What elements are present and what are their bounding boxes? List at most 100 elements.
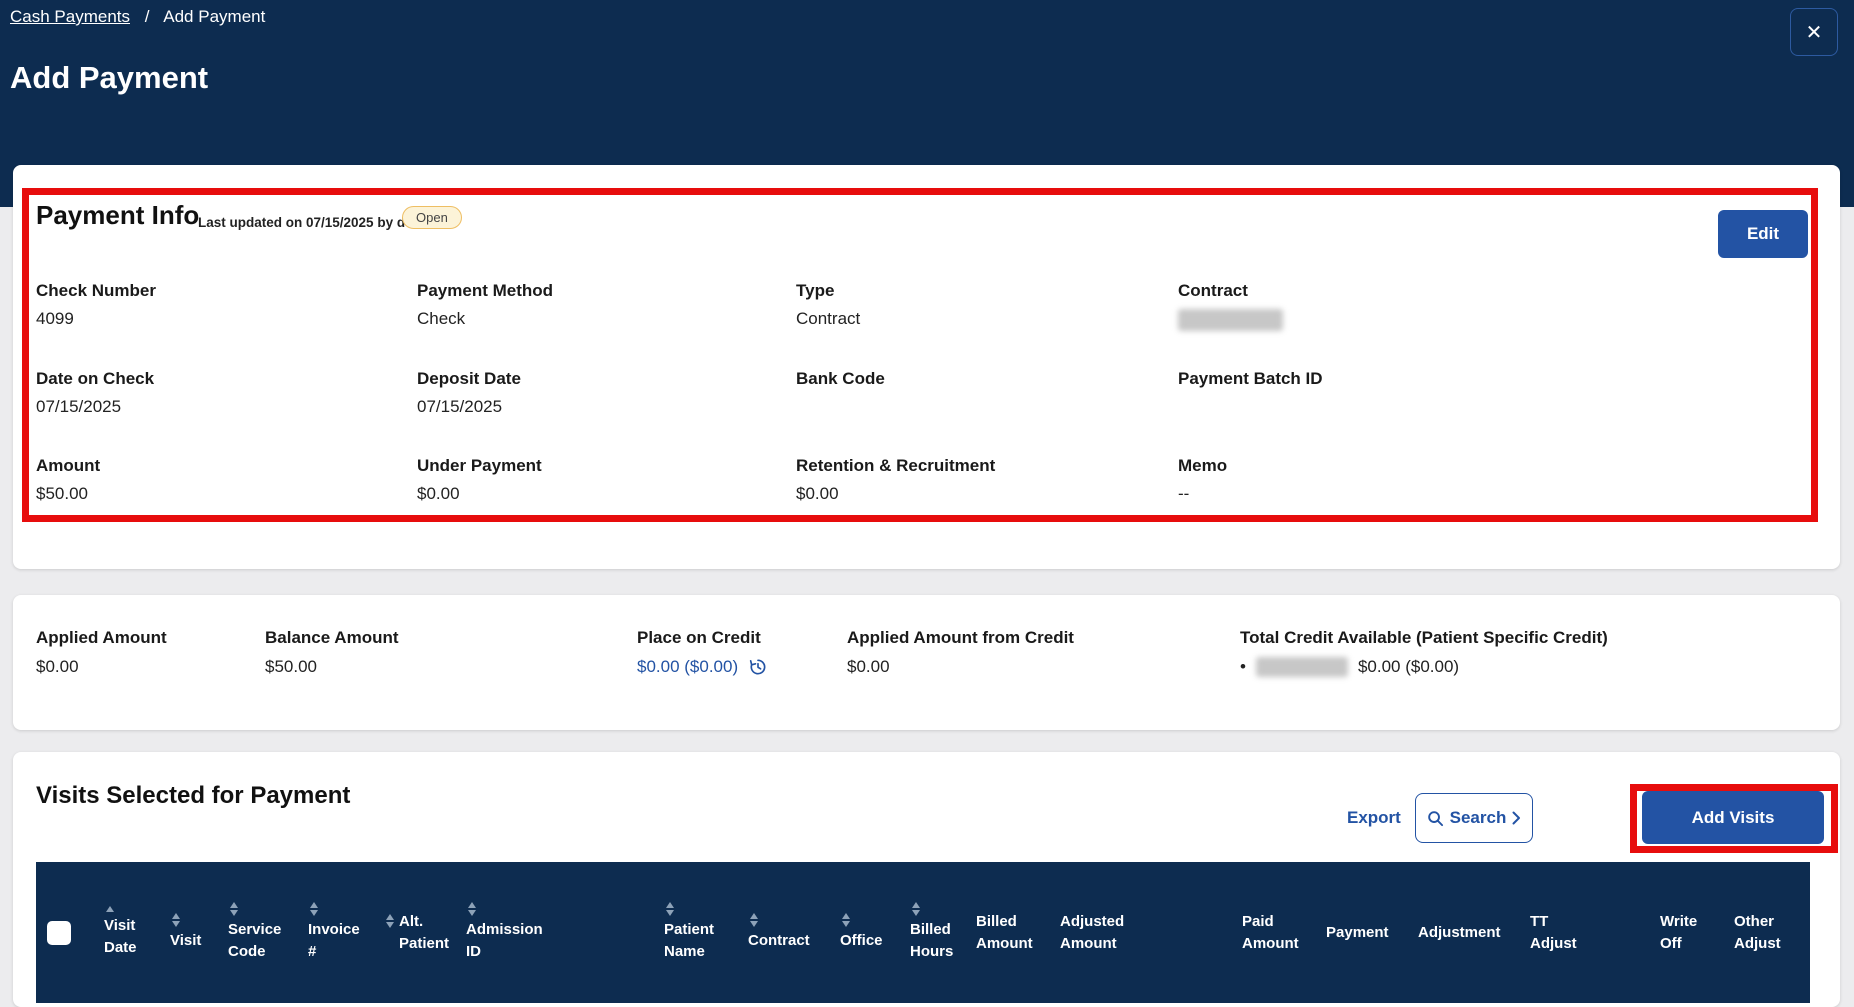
field-label: Type xyxy=(796,281,860,301)
field-label: Deposit Date xyxy=(417,369,521,389)
breadcrumb-separator: / xyxy=(145,7,150,26)
summary-value: • $0.00 ($0.00) xyxy=(1240,657,1608,677)
add-visits-button[interactable]: Add Visits xyxy=(1642,791,1824,844)
column-header-adjustment: Adjustment xyxy=(1418,922,1530,944)
column-header-office[interactable]: Office xyxy=(840,913,910,952)
redacted-patient-name xyxy=(1256,657,1348,677)
place-on-credit-link[interactable]: $0.00 ($0.00) xyxy=(637,657,738,677)
field-date-on-check: Date on Check 07/15/2025 xyxy=(36,369,154,417)
field-value-redacted xyxy=(1178,309,1283,331)
summary-total-credit: Total Credit Available (Patient Specific… xyxy=(1240,628,1608,677)
field-label: Check Number xyxy=(36,281,156,301)
field-value xyxy=(1178,397,1323,417)
column-header-billed-hours[interactable]: Billed Hours xyxy=(910,902,976,963)
page-title: Add Payment xyxy=(10,60,208,96)
search-button[interactable]: Search xyxy=(1415,793,1533,843)
column-header-other-adjust: Other Adjust xyxy=(1734,911,1814,955)
summary-applied-from-credit: Applied Amount from Credit $0.00 xyxy=(847,628,1074,677)
close-icon: ✕ xyxy=(1806,20,1823,45)
sort-icon xyxy=(230,902,238,916)
field-type: Type Contract xyxy=(796,281,860,329)
column-header-patient-name[interactable]: Patient Name xyxy=(664,902,748,963)
payment-info-title: Payment Info xyxy=(36,200,199,231)
field-value: Check xyxy=(417,309,553,329)
breadcrumb-current: Add Payment xyxy=(163,7,265,26)
column-header-admission-id[interactable]: Admission ID xyxy=(466,902,664,963)
field-label: Bank Code xyxy=(796,369,885,389)
field-label: Contract xyxy=(1178,281,1283,301)
add-payment-page: Cash Payments / Add Payment ✕ Add Paymen… xyxy=(0,0,1854,1007)
sort-icon xyxy=(842,913,850,927)
column-header-write-off: Write Off xyxy=(1660,911,1734,955)
field-value: 07/15/2025 xyxy=(36,397,154,417)
field-label: Payment Method xyxy=(417,281,553,301)
bullet-icon: • xyxy=(1240,657,1246,677)
column-header-service-code[interactable]: Service Code xyxy=(228,902,308,963)
field-retention-recruitment: Retention & Recruitment $0.00 xyxy=(796,456,995,504)
field-value: 4099 xyxy=(36,309,156,329)
field-label: Date on Check xyxy=(36,369,154,389)
select-all-checkbox[interactable] xyxy=(47,921,71,945)
sort-icon xyxy=(912,902,920,916)
summary-label: Applied Amount xyxy=(36,628,167,648)
close-button[interactable]: ✕ xyxy=(1790,8,1838,56)
field-memo: Memo -- xyxy=(1178,456,1227,504)
field-bank-code: Bank Code xyxy=(796,369,885,417)
chevron-right-icon xyxy=(1512,811,1521,825)
history-icon[interactable] xyxy=(748,657,768,677)
field-contract: Contract xyxy=(1178,281,1283,331)
sort-icon xyxy=(310,902,318,916)
field-value: $0.00 xyxy=(417,484,542,504)
field-value xyxy=(796,397,885,417)
visits-section-title: Visits Selected for Payment xyxy=(36,782,350,810)
select-all-cell xyxy=(36,921,104,945)
column-header-adjusted-amount: Adjusted Amount xyxy=(1060,911,1242,955)
sort-icon xyxy=(386,914,394,928)
redacted-value xyxy=(1178,309,1283,331)
column-header-invoice-number[interactable]: Invoice # xyxy=(308,902,384,963)
column-header-paid-amount: Paid Amount xyxy=(1242,911,1326,955)
field-label: Memo xyxy=(1178,456,1227,476)
summary-balance-amount: Balance Amount $50.00 xyxy=(265,628,399,677)
column-header-billed-amount: Billed Amount xyxy=(976,911,1060,955)
column-header-visit[interactable]: Visit xyxy=(170,913,228,952)
field-under-payment: Under Payment $0.00 xyxy=(417,456,542,504)
summary-label: Place on Credit xyxy=(637,628,768,648)
summary-value: $0.00 xyxy=(36,657,167,677)
column-header-payment: Payment xyxy=(1326,922,1418,944)
column-header-alt-patient[interactable]: Alt. Patient xyxy=(384,911,466,955)
field-value: 07/15/2025 xyxy=(417,397,521,417)
sort-icon xyxy=(172,913,180,927)
field-value: -- xyxy=(1178,484,1227,504)
summary-place-on-credit: Place on Credit $0.00 ($0.00) xyxy=(637,628,768,677)
summary-value: $0.00 xyxy=(847,657,1074,677)
summary-label: Total Credit Available (Patient Specific… xyxy=(1240,628,1608,648)
breadcrumb: Cash Payments / Add Payment xyxy=(10,7,265,27)
breadcrumb-link-cash-payments[interactable]: Cash Payments xyxy=(10,7,130,26)
field-payment-method: Payment Method Check xyxy=(417,281,553,329)
field-value: $50.00 xyxy=(36,484,100,504)
sort-icon xyxy=(468,902,476,916)
column-header-visit-date[interactable]: Visit Date xyxy=(104,906,170,959)
visits-table-header: Visit Date Visit Service Code Invoice # … xyxy=(36,862,1810,1003)
field-value: $0.00 xyxy=(796,484,995,504)
edit-button[interactable]: Edit xyxy=(1718,210,1808,258)
sort-icon xyxy=(666,902,674,916)
summary-applied-amount: Applied Amount $0.00 xyxy=(36,628,167,677)
summary-label: Applied Amount from Credit xyxy=(847,628,1074,648)
field-label: Retention & Recruitment xyxy=(796,456,995,476)
field-label: Under Payment xyxy=(417,456,542,476)
column-header-contract[interactable]: Contract xyxy=(748,913,840,952)
summary-value: $50.00 xyxy=(265,657,399,677)
field-deposit-date: Deposit Date 07/15/2025 xyxy=(417,369,521,417)
export-button[interactable]: Export xyxy=(1347,808,1401,828)
field-label: Amount xyxy=(36,456,100,476)
sort-icon xyxy=(750,913,758,927)
summary-label: Balance Amount xyxy=(265,628,399,648)
field-check-number: Check Number 4099 xyxy=(36,281,156,329)
field-value: Contract xyxy=(796,309,860,329)
search-icon xyxy=(1427,810,1444,827)
status-badge: Open xyxy=(402,206,462,229)
sort-asc-icon xyxy=(106,906,114,912)
column-header-tt-adjust: TT Adjust xyxy=(1530,911,1660,955)
